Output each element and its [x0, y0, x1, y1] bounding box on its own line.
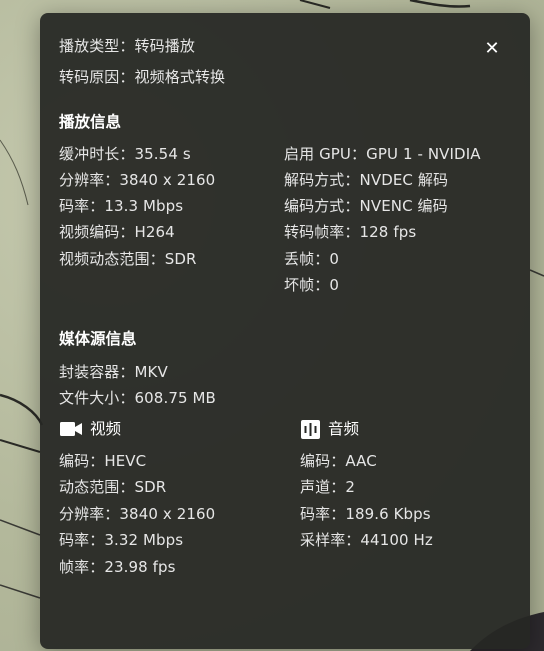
row-label: 采样率： — [300, 531, 361, 549]
row-label: 丢帧： — [284, 250, 330, 268]
row-value: AAC — [345, 452, 377, 470]
container-value: MKV — [134, 363, 168, 381]
row-value: 3840 x 2160 — [119, 171, 216, 189]
container-label: 封装容器： — [59, 363, 135, 381]
transcode-reason-label: 转码原因： — [59, 68, 135, 86]
row-value: HEVC — [104, 452, 147, 470]
row-value: SDR — [164, 250, 197, 268]
file-size-value: 608.75 MB — [134, 389, 216, 407]
row-label: 码率： — [300, 505, 346, 523]
playback-right-row: 解码方式：NVDEC 解码 — [284, 170, 448, 190]
row-label: 解码方式： — [284, 171, 360, 189]
row-label: 视频编码： — [59, 223, 135, 241]
row-label: 动态范围： — [59, 478, 135, 496]
row-value: GPU 1 - NVIDIA — [366, 145, 481, 163]
playback-left-row: 视频动态范围：SDR — [59, 249, 197, 269]
play-type-label: 播放类型： — [59, 37, 135, 55]
video-info-row: 帧率：23.98 fps — [59, 557, 176, 577]
row-value: 0 — [329, 250, 339, 268]
media-source-heading: 媒体源信息 — [59, 330, 137, 348]
row-label: 码率： — [59, 531, 105, 549]
video-camera-icon — [60, 420, 82, 438]
play-type-value: 转码播放 — [134, 37, 195, 55]
row-value: 2 — [345, 478, 355, 496]
playback-left-row: 分辨率：3840 x 2160 — [59, 170, 215, 190]
video-info-row: 动态范围：SDR — [59, 477, 166, 497]
playback-right-row: 丢帧：0 — [284, 249, 339, 269]
media-info-panel: ✕ 播放类型：转码播放 转码原因：视频格式转换 播放信息 缓冲时长：35.54 … — [40, 13, 530, 649]
playback-right-row: 编码方式：NVENC 编码 — [284, 196, 448, 216]
play-type-row: 播放类型：转码播放 — [59, 36, 195, 56]
row-label: 编码： — [300, 452, 346, 470]
row-label: 声道： — [300, 478, 346, 496]
row-value: 189.6 Kbps — [345, 505, 431, 523]
row-value: 0 — [329, 276, 339, 294]
row-value: 23.98 fps — [104, 558, 176, 576]
audio-info-row: 采样率：44100 Hz — [300, 530, 433, 550]
audio-info-row: 声道：2 — [300, 477, 355, 497]
row-value: 128 fps — [359, 223, 417, 241]
row-label: 转码帧率： — [284, 223, 360, 241]
row-value: NVENC 编码 — [359, 197, 448, 215]
row-label: 视频动态范围： — [59, 250, 165, 268]
close-icon[interactable]: ✕ — [482, 39, 502, 59]
video-info-row: 码率：3.32 Mbps — [59, 530, 183, 550]
row-value: 44100 Hz — [360, 531, 433, 549]
video-info-row: 分辨率：3840 x 2160 — [59, 504, 215, 524]
audio-section-header: 音频 — [301, 419, 359, 439]
row-value: H264 — [134, 223, 175, 241]
row-label: 编码方式： — [284, 197, 360, 215]
transcode-reason-value: 视频格式转换 — [134, 68, 226, 86]
row-value: SDR — [134, 478, 167, 496]
video-section-title: 视频 — [90, 420, 122, 438]
audio-wave-icon — [301, 419, 320, 439]
row-label: 坏帧： — [284, 276, 330, 294]
file-size-row: 文件大小：608.75 MB — [59, 388, 216, 408]
row-label: 启用 GPU： — [284, 145, 367, 163]
row-label: 分辨率： — [59, 171, 120, 189]
playback-left-row: 缓冲时长：35.54 s — [59, 144, 191, 164]
row-label: 帧率： — [59, 558, 105, 576]
row-label: 码率： — [59, 197, 105, 215]
transcode-reason-row: 转码原因：视频格式转换 — [59, 67, 225, 87]
row-label: 编码： — [59, 452, 105, 470]
audio-section-title: 音频 — [328, 420, 360, 438]
audio-info-row: 码率：189.6 Kbps — [300, 504, 431, 524]
row-label: 缓冲时长： — [59, 145, 135, 163]
playback-right-row: 转码帧率：128 fps — [284, 222, 416, 242]
playback-right-row: 坏帧：0 — [284, 275, 339, 295]
row-value: 3.32 Mbps — [104, 531, 184, 549]
playback-info-heading: 播放信息 — [59, 113, 122, 131]
row-label: 分辨率： — [59, 505, 120, 523]
playback-left-row: 码率：13.3 Mbps — [59, 196, 183, 216]
row-value: 13.3 Mbps — [104, 197, 184, 215]
playback-right-row: 启用 GPU：GPU 1 - NVIDIA — [284, 144, 481, 164]
row-value: 35.54 s — [134, 145, 191, 163]
audio-info-row: 编码：AAC — [300, 451, 377, 471]
row-value: 3840 x 2160 — [119, 505, 216, 523]
video-section-header: 视频 — [60, 419, 121, 439]
container-row: 封装容器：MKV — [59, 362, 168, 382]
video-info-row: 编码：HEVC — [59, 451, 146, 471]
file-size-label: 文件大小： — [59, 389, 135, 407]
playback-left-row: 视频编码：H264 — [59, 222, 175, 242]
row-value: NVDEC 解码 — [359, 171, 449, 189]
